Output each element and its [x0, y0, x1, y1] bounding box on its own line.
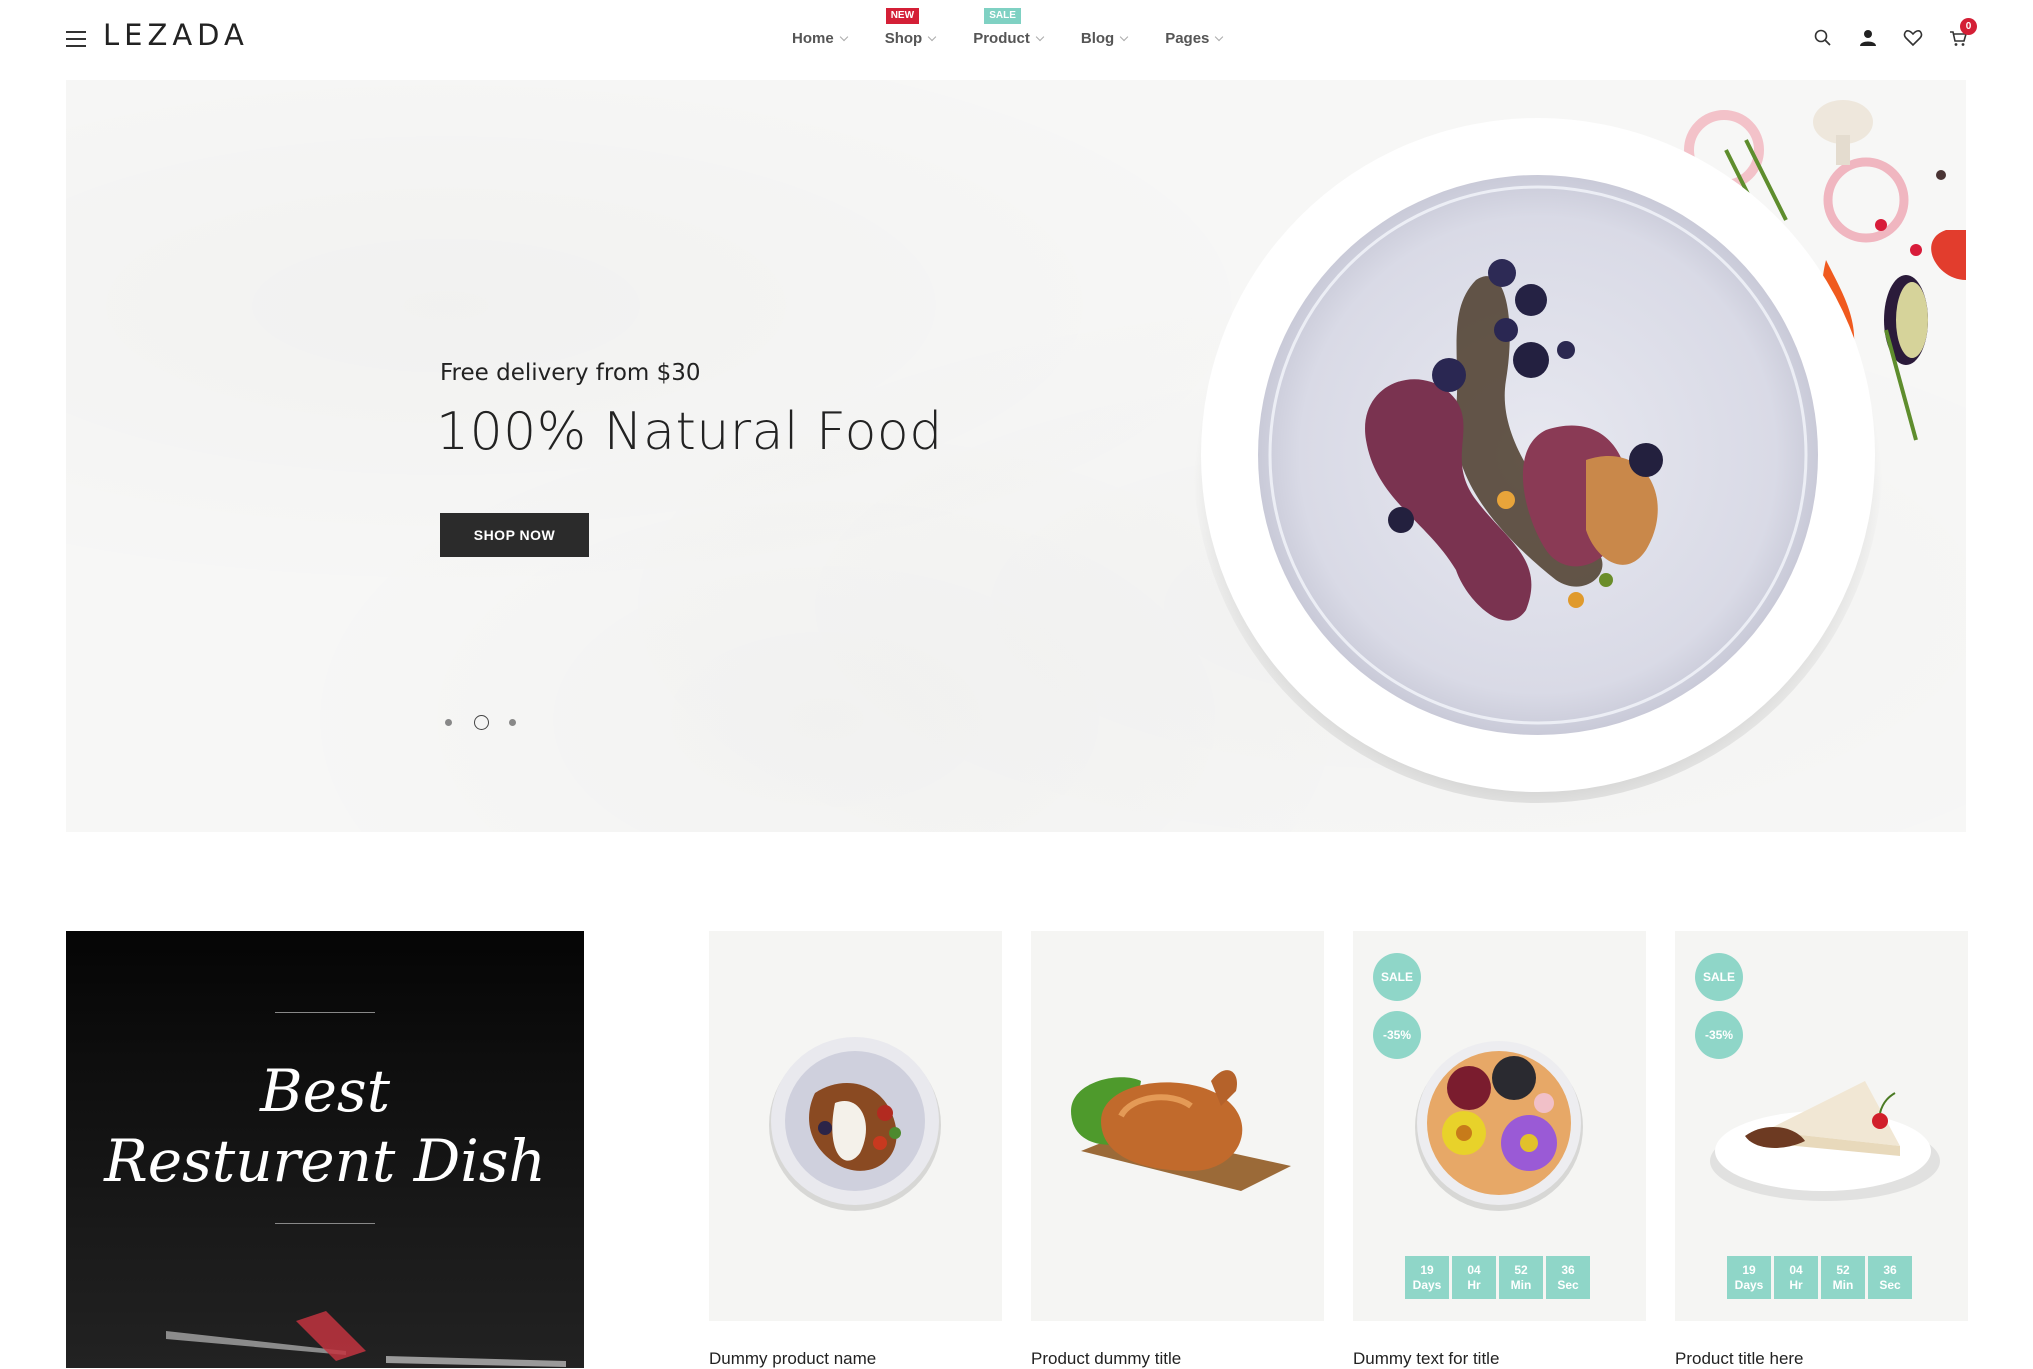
product-image: [769, 1037, 941, 1211]
nav-blog[interactable]: Blog: [1080, 30, 1129, 47]
nav-label: Shop: [884, 30, 923, 47]
nav-pages[interactable]: Pages: [1165, 30, 1224, 47]
chevron-down-icon: [1035, 32, 1045, 41]
countdown-hours: 04 Hr: [1774, 1256, 1818, 1299]
product-title[interactable]: Dummy product name: [709, 1349, 876, 1369]
sale-badge: SALE: [1695, 953, 1743, 1001]
product-card[interactable]: SALE -35% 19 Days 04 Hr 52 Min 36 Sec: [1353, 931, 1646, 1321]
product-image: [1071, 1070, 1291, 1191]
cutlery-image: [166, 1311, 566, 1367]
hero-subtitle: Free delivery from $30: [440, 360, 701, 386]
menu-icon[interactable]: [66, 31, 86, 47]
hero-food-plate-image: [1193, 100, 1966, 803]
product-image: [1710, 1081, 1940, 1201]
shop-now-button[interactable]: SHOP NOW: [440, 513, 589, 557]
countdown-days: 19 Days: [1405, 1256, 1449, 1299]
promo-divider: [275, 1223, 375, 1224]
nav-label: Product: [973, 30, 1030, 47]
cart-icon[interactable]: 0: [1948, 18, 1977, 48]
hero-banner: Free delivery from $30 100% Natural Food…: [66, 80, 1966, 832]
countdown-days: 19 Days: [1727, 1256, 1771, 1299]
product-card[interactable]: [1031, 931, 1324, 1321]
countdown-timer: 19 Days 04 Hr 52 Min 36 Sec: [1727, 1256, 1915, 1299]
product-title[interactable]: Dummy text for title: [1353, 1349, 1499, 1369]
user-icon[interactable]: [1858, 28, 1878, 48]
nav-label: Blog: [1080, 30, 1115, 47]
countdown-seconds: 36 Sec: [1546, 1256, 1590, 1299]
slider-dots: [445, 715, 538, 730]
promo-divider: [275, 1012, 375, 1013]
logo[interactable]: LEZADA: [103, 18, 249, 52]
heart-icon[interactable]: [1903, 28, 1923, 48]
product-title[interactable]: Product dummy title: [1031, 1349, 1181, 1369]
chevron-down-icon: [1215, 32, 1224, 41]
new-badge: NEW: [885, 8, 920, 24]
chevron-down-icon: [839, 32, 848, 41]
countdown-seconds: 36 Sec: [1868, 1256, 1912, 1299]
chevron-down-icon: [927, 32, 937, 41]
nav-home[interactable]: Home: [792, 30, 848, 47]
search-icon[interactable]: [1813, 28, 1833, 48]
promo-line-1: Best: [259, 1057, 391, 1125]
nav-product[interactable]: SALE Product: [973, 8, 1045, 47]
main-nav: Home NEW Shop SALE Product Blog Pages: [792, 8, 1260, 47]
product-card[interactable]: [709, 931, 1002, 1321]
nav-label: Home: [792, 30, 834, 47]
chevron-down-icon: [1119, 32, 1129, 41]
slider-dot-active[interactable]: [474, 715, 489, 730]
promo-line-2: Resturent Dish: [104, 1127, 546, 1195]
nav-label: Pages: [1165, 30, 1210, 47]
countdown-timer: 19 Days 04 Hr 52 Min 36 Sec: [1405, 1256, 1593, 1299]
product-title[interactable]: Product title here: [1675, 1349, 1804, 1369]
header: LEZADA Home NEW Shop SALE Product Blog Pag…: [0, 0, 2033, 80]
sale-badge: SALE: [1373, 953, 1421, 1001]
sale-badge: SALE: [984, 8, 1021, 24]
cart-count-badge: 0: [1960, 18, 1977, 35]
nav-shop[interactable]: NEW Shop: [884, 8, 937, 47]
product-image: [1415, 1041, 1583, 1211]
product-card[interactable]: SALE -35% 19 Days 04 Hr 52 Min 36 Sec: [1675, 931, 1968, 1321]
promo-banner[interactable]: Best Resturent Dish: [66, 931, 584, 1368]
countdown-hours: 04 Hr: [1452, 1256, 1496, 1299]
countdown-minutes: 52 Min: [1821, 1256, 1865, 1299]
slider-dot[interactable]: [445, 719, 452, 726]
slider-dot[interactable]: [509, 719, 516, 726]
countdown-minutes: 52 Min: [1499, 1256, 1543, 1299]
hero-title: 100% Natural Food: [436, 402, 943, 462]
header-icons: 0: [1813, 18, 1993, 48]
